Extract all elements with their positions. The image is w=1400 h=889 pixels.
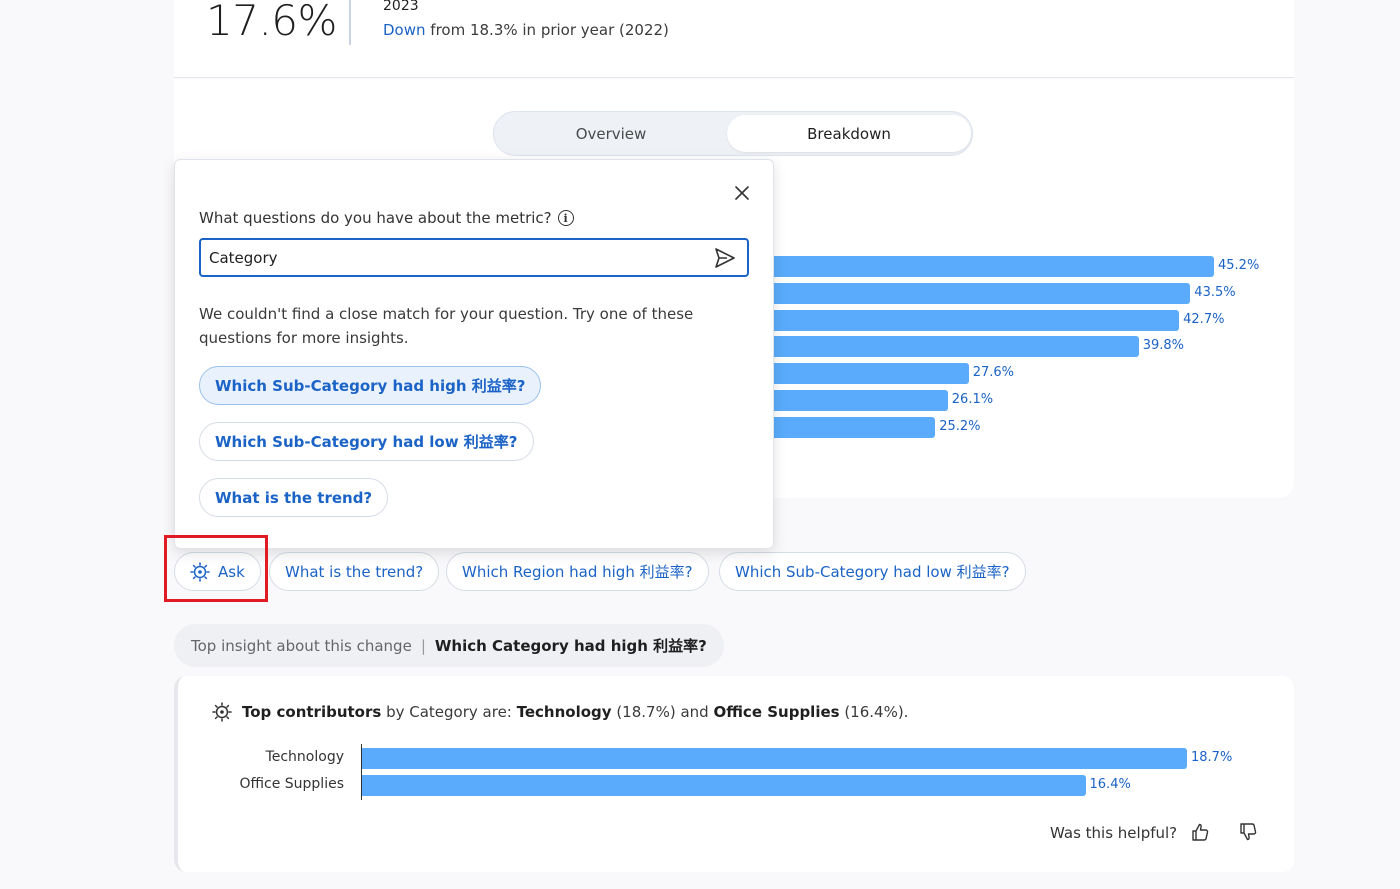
insight-card: Top contributors by Category are: Techno… [174, 676, 1294, 872]
breakdown-bar-label: 42.7% [1183, 311, 1225, 327]
close-icon [735, 186, 749, 200]
ask-button[interactable]: Ask [174, 552, 261, 591]
breakdown-bar-label: 25.2% [939, 418, 981, 434]
question-input[interactable] [209, 247, 699, 269]
breakdown-bar-label: 26.1% [951, 392, 994, 407]
no-match-message: We couldn't find a close match for your … [199, 305, 694, 347]
chip-sub-category-low[interactable]: Which Sub-Category had low 利益率? [719, 552, 1026, 591]
lightbulb-icon [212, 702, 232, 722]
chip-region-high[interactable]: Which Region had high 利益率? [446, 552, 709, 591]
contributor-bar [362, 774, 1086, 796]
close-button[interactable] [731, 182, 753, 204]
thumbs-up-icon[interactable] [1190, 822, 1210, 842]
metric-header-card: 17.6% 2023 Down from 18.3% in prior year… [174, 0, 1294, 78]
chip-trend[interactable]: What is the trend? [269, 552, 440, 591]
question-label-text: What questions do you have about the met… [199, 209, 552, 227]
tab-overview[interactable]: Overview [497, 115, 725, 152]
contributor-bar [362, 748, 1187, 769]
question-label: What questions do you have about the met… [199, 209, 574, 227]
breakdown-bar-label: 39.8% [1142, 338, 1185, 354]
suggestion-trend[interactable]: What is the trend? [199, 478, 389, 517]
summary-item-2-value: (16.4%). [839, 703, 909, 721]
lightbulb-icon [190, 561, 210, 582]
breakdown-bar-label: 43.5% [1194, 284, 1236, 300]
tab-breakdown[interactable]: Breakdown [727, 115, 971, 152]
category-label: Technology [265, 749, 344, 765]
summary-mid: by Category are: [381, 703, 517, 721]
breakdown-bar-label: 27.6% [972, 365, 1014, 381]
chart-axis-line [361, 744, 362, 800]
insight-header: Top insight about this change | Which Ca… [174, 624, 724, 667]
metric-year: 2023 [383, 0, 419, 14]
contributor-bar-label: 16.4% [1089, 776, 1131, 792]
send-icon[interactable] [713, 247, 737, 269]
summary-item-2: Office Supplies [713, 703, 840, 721]
summary-item-1-value: (18.7%) and [611, 703, 714, 721]
view-toggle: Overview Breakdown [493, 111, 973, 156]
contributor-bar-label: 18.7% [1191, 750, 1233, 765]
suggestion-sub-category-high[interactable]: Which Sub-Category had high 利益率? [199, 366, 542, 405]
info-icon[interactable]: i [557, 210, 574, 226]
insight-separator: | [420, 636, 426, 655]
ask-label: Ask [218, 562, 245, 581]
breakdown-bar-label: 45.2% [1218, 258, 1260, 273]
change-text: from 18.3% in prior year (2022) [425, 21, 669, 39]
thumbs-down-icon[interactable] [1238, 822, 1258, 842]
metric-divider [349, 0, 351, 45]
insight-question: Which Category had high 利益率? [434, 637, 707, 655]
change-direction: Down [383, 21, 426, 39]
suggestion-sub-category-low[interactable]: Which Sub-Category had low 利益率? [199, 422, 534, 461]
summary-lead: Top contributors [242, 703, 382, 721]
question-input-box [199, 238, 749, 277]
helpful-prompt: Was this helpful? [1050, 824, 1178, 842]
ask-popup: What questions do you have about the met… [174, 159, 774, 549]
metric-value: 17.6% [206, 0, 337, 45]
summary-item-1: Technology [516, 703, 612, 721]
insight-label: Top insight about this change [191, 636, 412, 655]
metric-change: Down from 18.3% in prior year (2022) [383, 21, 669, 39]
category-label: Office Supplies [239, 775, 344, 792]
insight-summary: Top contributors by Category are: Techno… [212, 702, 908, 722]
